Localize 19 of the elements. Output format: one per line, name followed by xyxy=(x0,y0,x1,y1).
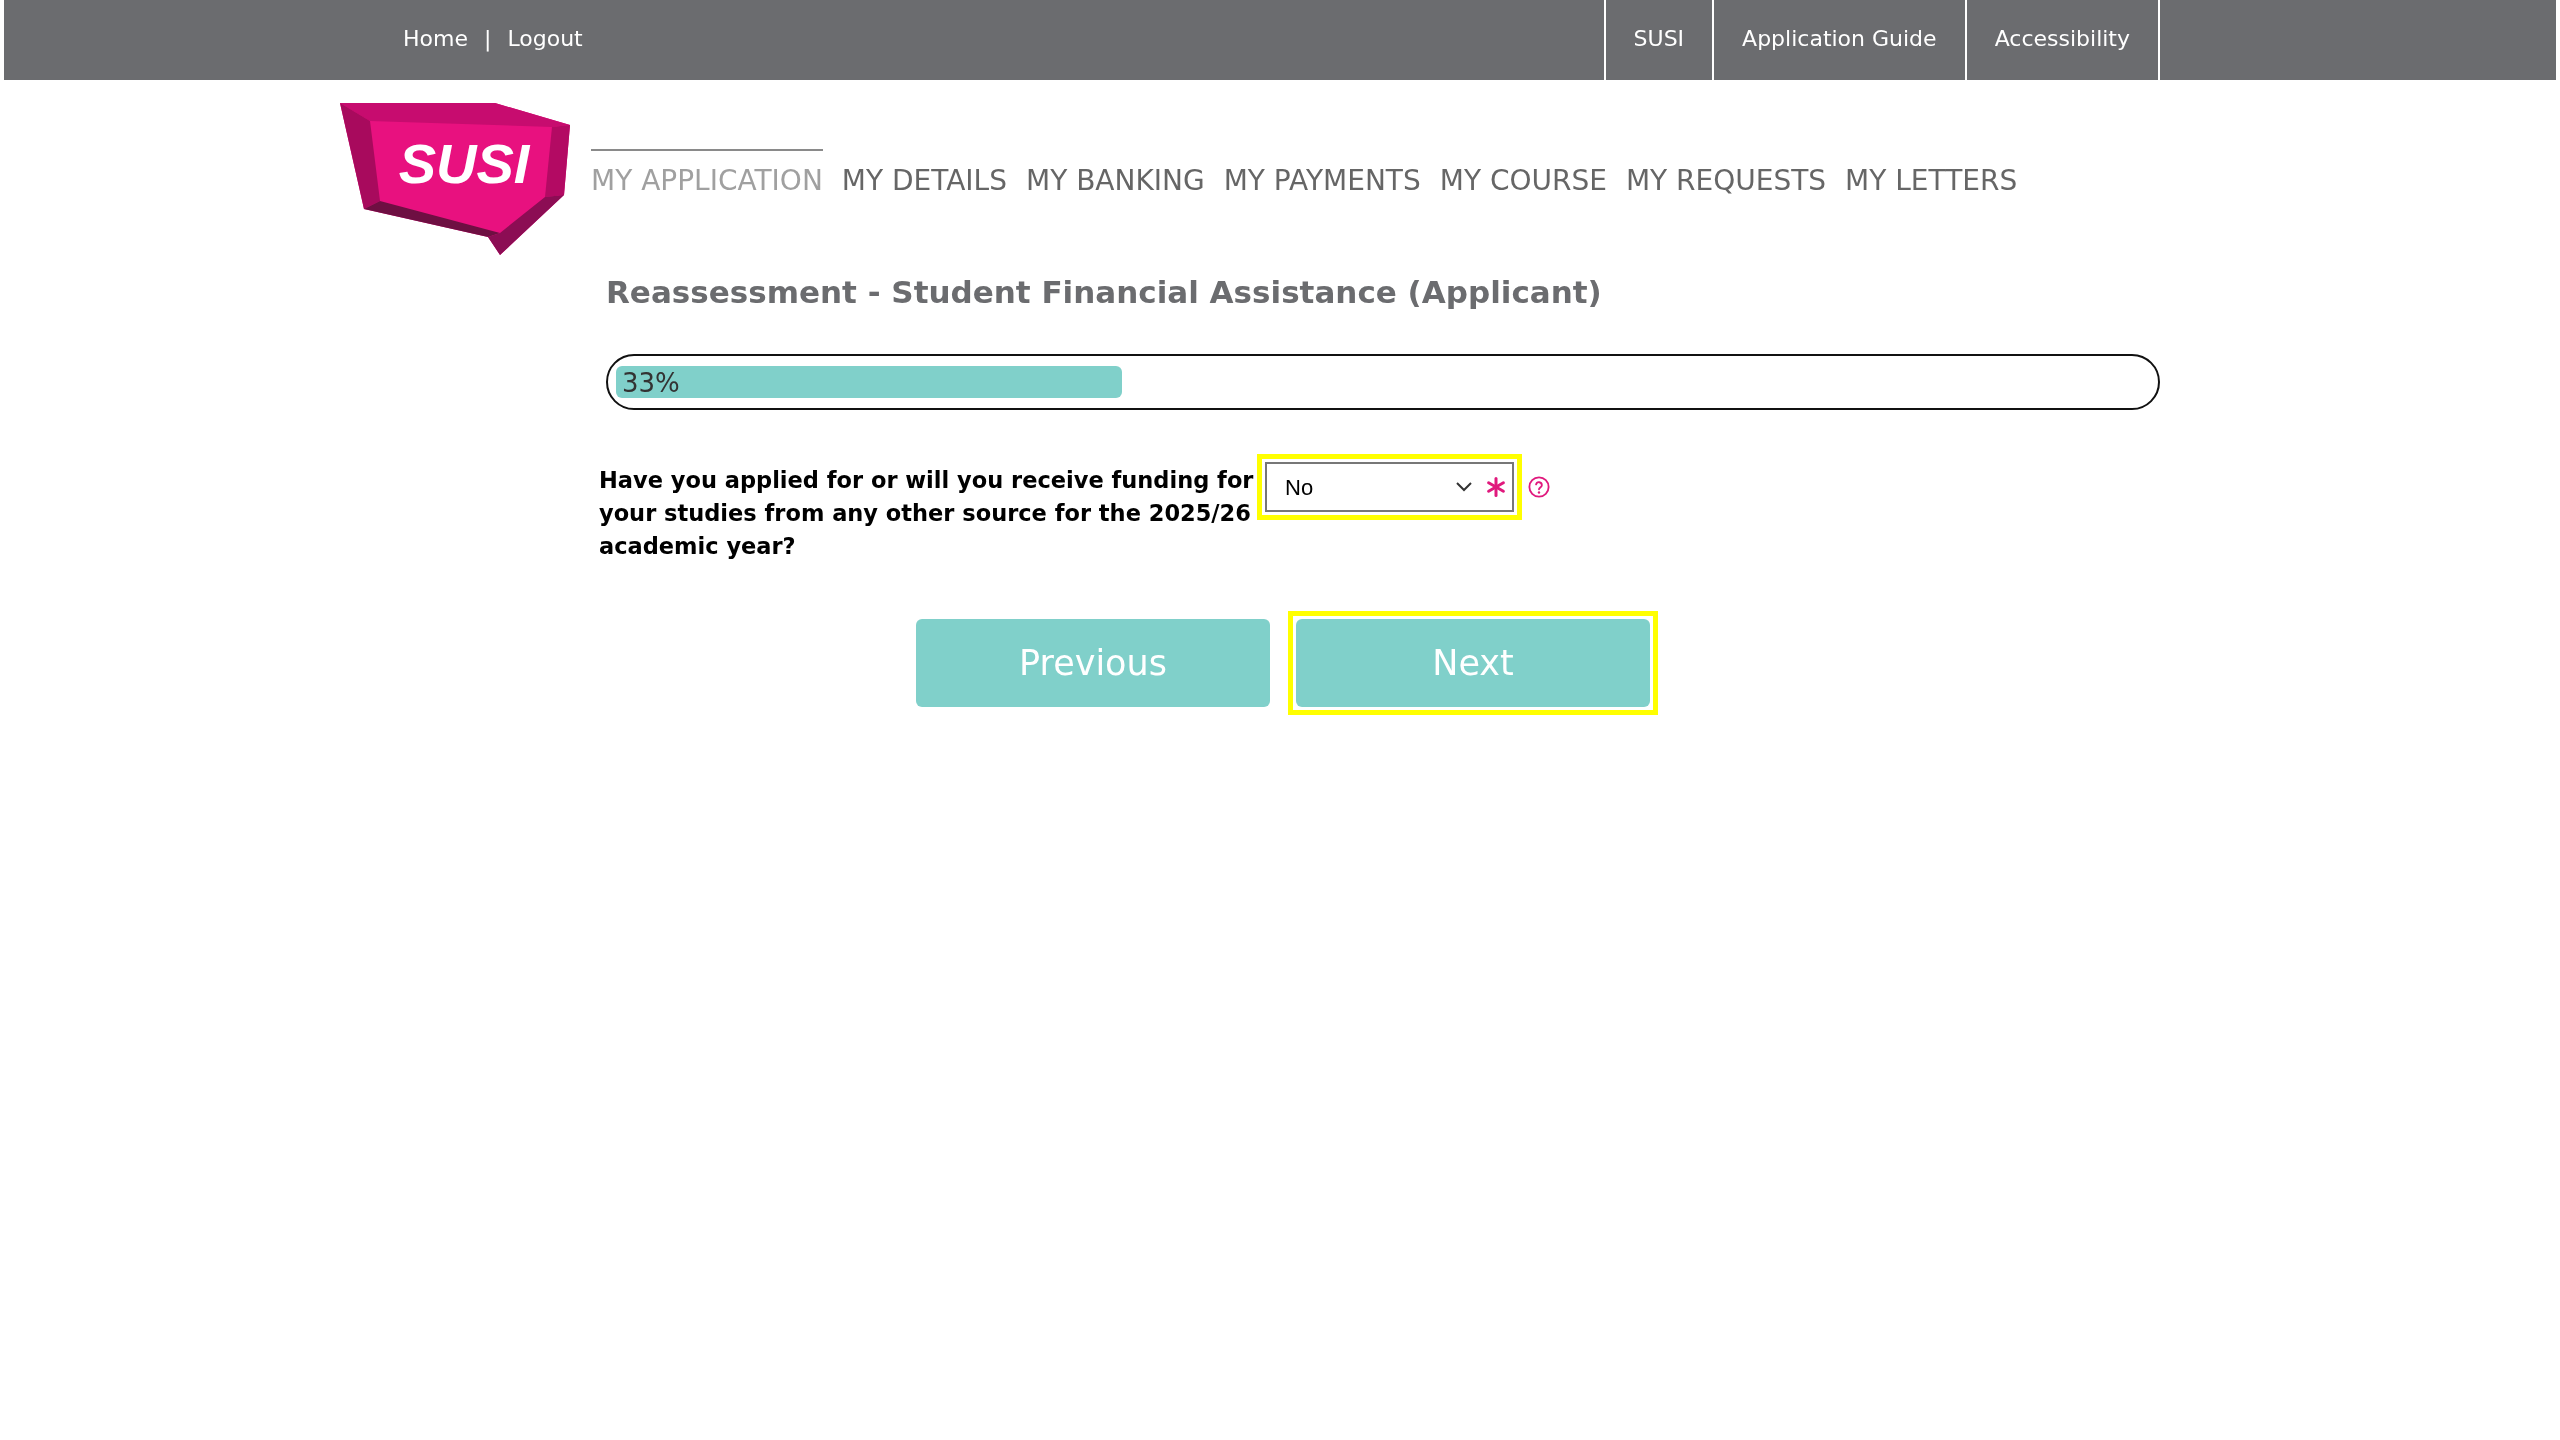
help-icon[interactable] xyxy=(1528,476,1550,498)
select-field[interactable]: No xyxy=(1265,462,1514,512)
progress-label: 33% xyxy=(622,368,680,398)
page-title: Reassessment - Student Financial Assistance (Applicant) xyxy=(606,273,1602,312)
top-nav-tab[interactable]: Application Guide xyxy=(1712,0,1965,80)
nav-tab[interactable]: MY LETTERS xyxy=(1845,149,2018,198)
nav-tab[interactable]: MY BANKING xyxy=(1025,149,1205,198)
nav-tab[interactable]: MY PAYMENTS xyxy=(1223,149,1421,198)
nav-tab[interactable]: MY COURSE xyxy=(1439,149,1607,198)
nav-tab[interactable]: MY DETAILS xyxy=(841,149,1007,198)
top-link[interactable]: Home xyxy=(403,21,468,55)
logo[interactable]: SUSI xyxy=(340,103,572,255)
nav-tab[interactable]: MY REQUESTS xyxy=(1625,149,1827,198)
top-nav-tab[interactable]: Accessibility xyxy=(1964,0,2158,80)
chevron-down-icon xyxy=(1456,482,1472,492)
top-nav-tab[interactable]: SUSI xyxy=(1603,0,1713,80)
question-label: Have you applied for or will you receive funding for your studies from any other source for the 2025/26 academic year? xyxy=(599,466,1255,561)
top-link[interactable]: Logout xyxy=(507,21,583,55)
link-separator: | xyxy=(483,24,492,54)
